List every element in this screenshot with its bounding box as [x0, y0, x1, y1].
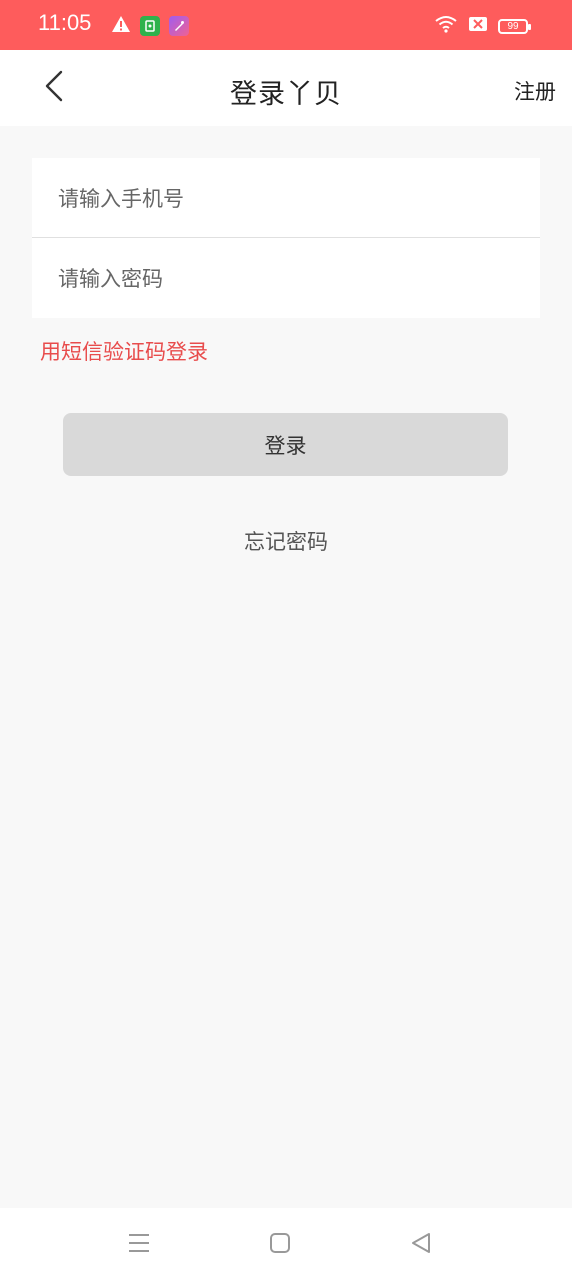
back-triangle-icon	[410, 1232, 432, 1258]
sms-login-link[interactable]: 用短信验证码登录	[40, 336, 208, 366]
home-icon	[269, 1232, 291, 1258]
status-icons-left	[111, 15, 189, 37]
menu-icon	[127, 1232, 151, 1258]
wifi-icon	[434, 15, 458, 37]
status-icons-right: 99	[434, 15, 531, 37]
menu-button[interactable]	[126, 1232, 152, 1258]
status-bar: 11:05 99	[0, 0, 572, 50]
login-form	[32, 158, 540, 318]
home-button[interactable]	[267, 1232, 293, 1258]
phone-row	[32, 158, 540, 238]
header: 登录丫贝 注册	[0, 50, 572, 126]
app-purple-icon	[169, 16, 189, 36]
sim-x-icon	[468, 16, 488, 36]
register-link[interactable]: 注册	[514, 76, 556, 106]
warning-icon	[111, 15, 131, 37]
login-button[interactable]: 登录	[63, 413, 508, 476]
password-row	[32, 238, 540, 318]
forgot-password-link[interactable]: 忘记密码	[0, 526, 572, 556]
page-title: 登录丫贝	[230, 79, 342, 110]
app-green-icon	[140, 16, 160, 36]
phone-input[interactable]	[56, 180, 520, 218]
system-nav-bar	[0, 1208, 572, 1280]
password-input[interactable]	[56, 260, 520, 298]
system-back-button[interactable]	[408, 1232, 434, 1258]
status-time: 11:05	[38, 10, 92, 35]
battery-icon: 99	[498, 18, 531, 34]
